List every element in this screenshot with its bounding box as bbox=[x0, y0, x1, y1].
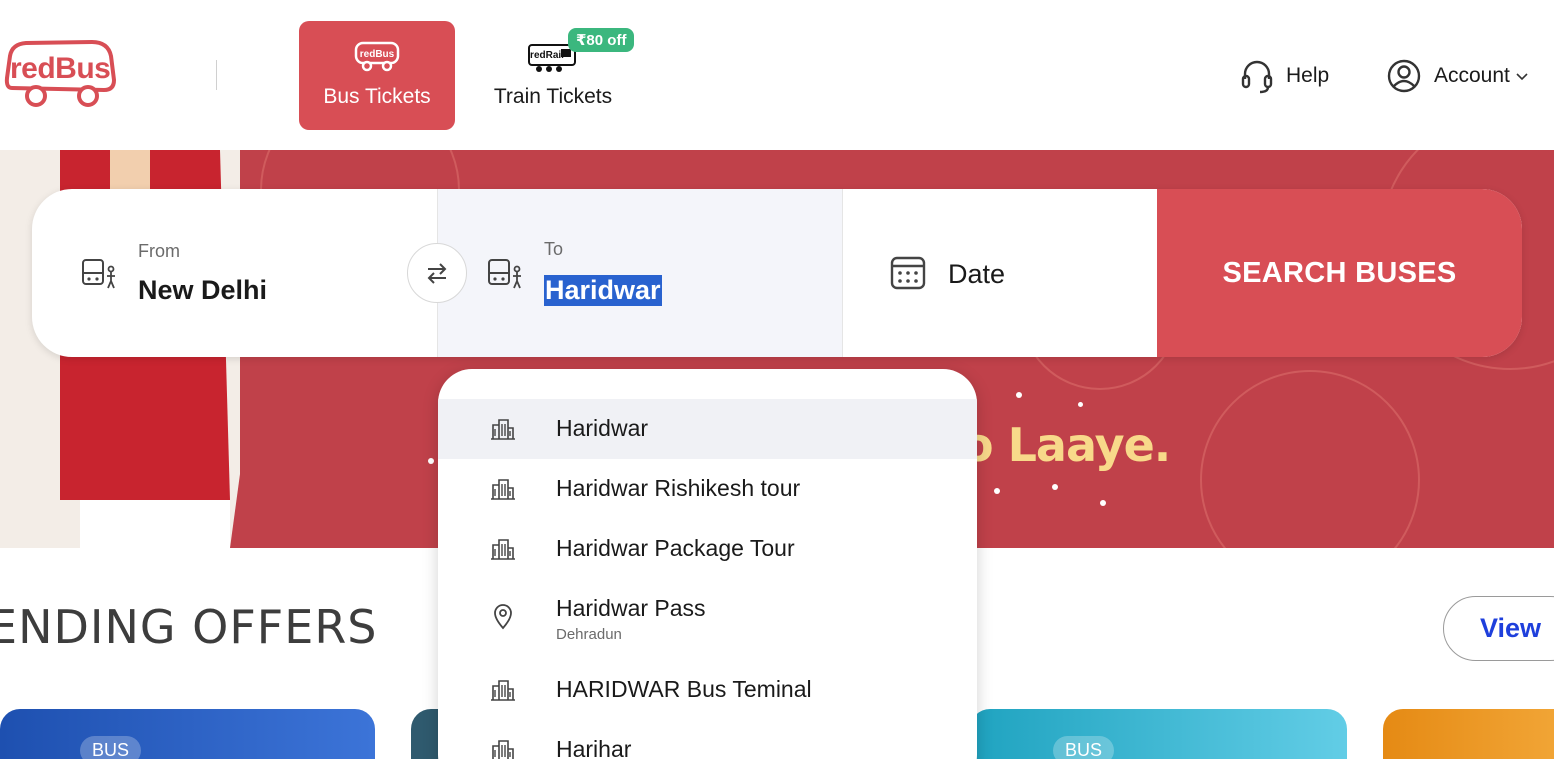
from-label: From bbox=[138, 241, 180, 261]
suggestion-name: HARIDWAR Bus Teminal bbox=[556, 676, 812, 702]
redbus-bus-icon: redBus bbox=[354, 41, 400, 78]
offer-card-tag: BUS bbox=[80, 736, 142, 759]
help-label: Help bbox=[1286, 64, 1330, 87]
swap-cities-button[interactable] bbox=[407, 243, 467, 303]
sparkle bbox=[994, 488, 1000, 494]
offers-section-title: ENDING OFFERS bbox=[0, 600, 378, 654]
suggestion-item[interactable]: Harihar bbox=[438, 720, 977, 759]
tab-train-tickets[interactable]: redRail ₹80 off Train Tickets bbox=[475, 21, 635, 130]
offer-card[interactable]: BUS bbox=[0, 709, 375, 759]
tab-bus-tickets-label: Bus Tickets bbox=[323, 85, 431, 108]
suggestion-name: Haridwar Package Tour bbox=[556, 535, 795, 561]
from-field[interactable]: From New Delhi bbox=[32, 189, 437, 357]
user-circle-icon bbox=[1387, 59, 1421, 93]
calendar-icon bbox=[890, 256, 926, 290]
redbus-logo[interactable]: redBus bbox=[4, 38, 117, 112]
to-field[interactable]: To Haridwar bbox=[437, 189, 842, 357]
suggestion-item[interactable]: Haridwar Pass Dehradun bbox=[438, 579, 977, 649]
sparkle bbox=[1100, 500, 1106, 506]
from-value[interactable]: New Delhi bbox=[138, 275, 267, 306]
logo-text: redBus bbox=[10, 52, 111, 85]
city-icon bbox=[491, 419, 515, 440]
sparkle bbox=[1078, 402, 1083, 407]
date-label: Date bbox=[948, 259, 1006, 289]
chevron-down-icon bbox=[1516, 73, 1528, 81]
help-link[interactable]: Help bbox=[1240, 56, 1329, 96]
tab-bus-tickets[interactable]: redBus Bus Tickets bbox=[299, 21, 455, 130]
suggestion-name: Haridwar bbox=[556, 415, 649, 441]
suggestion-item[interactable]: Haridwar Package Tour bbox=[438, 519, 977, 579]
swap-arrows-icon bbox=[427, 263, 447, 284]
banner-pattern bbox=[1200, 370, 1420, 548]
destination-suggestions-dropdown: Haridwar Haridwar Rishikesh tour Haridwa… bbox=[438, 369, 977, 759]
to-label: To bbox=[544, 239, 564, 259]
sparkle bbox=[1052, 484, 1058, 490]
account-menu[interactable]: Account bbox=[1386, 56, 1530, 96]
sparkle bbox=[428, 458, 434, 464]
bus-person-icon bbox=[488, 259, 521, 289]
redrail-icon-text: redRail bbox=[530, 50, 564, 61]
sparkle bbox=[1016, 392, 1022, 398]
city-icon bbox=[491, 539, 515, 560]
banner-slogan: o Laaye. bbox=[962, 418, 1171, 472]
to-input[interactable]: Haridwar bbox=[544, 275, 662, 306]
redbus-icon-text: redBus bbox=[360, 49, 395, 60]
header-divider bbox=[216, 60, 217, 90]
city-icon bbox=[491, 479, 515, 500]
location-pin-icon bbox=[494, 604, 512, 630]
offer-card-tag: BUS bbox=[1053, 736, 1115, 759]
suggestion-name: Haridwar Pass bbox=[556, 595, 706, 621]
train-offer-badge: ₹80 off bbox=[568, 28, 635, 52]
account-label: Account bbox=[1434, 64, 1510, 87]
suggestion-subtitle: Dehradun bbox=[556, 626, 622, 643]
view-all-offers-button[interactable]: View bbox=[1443, 596, 1554, 661]
suggestion-name: Harihar bbox=[556, 736, 632, 759]
offer-card[interactable] bbox=[1383, 709, 1554, 759]
suggestion-item[interactable]: Haridwar Rishikesh tour bbox=[438, 459, 977, 519]
bus-person-icon bbox=[82, 259, 115, 289]
offer-card[interactable]: BUS bbox=[970, 709, 1347, 759]
tab-train-tickets-label: Train Tickets bbox=[493, 85, 613, 108]
date-field[interactable]: Date bbox=[842, 189, 1157, 357]
city-icon bbox=[492, 740, 514, 759]
top-header: redBus redBus Bus Tickets redRail ₹80 of… bbox=[0, 0, 1554, 150]
headset-icon bbox=[1241, 60, 1273, 94]
city-icon bbox=[491, 680, 515, 701]
suggestion-name: Haridwar Rishikesh tour bbox=[556, 475, 801, 501]
bus-search-bar: From New Delhi To Haridwar Date SEARCH B… bbox=[32, 189, 1522, 357]
suggestion-item[interactable]: HARIDWAR Bus Teminal bbox=[438, 660, 977, 720]
suggestion-item[interactable]: Haridwar bbox=[438, 399, 977, 459]
search-buses-button[interactable]: SEARCH BUSES bbox=[1157, 189, 1522, 357]
